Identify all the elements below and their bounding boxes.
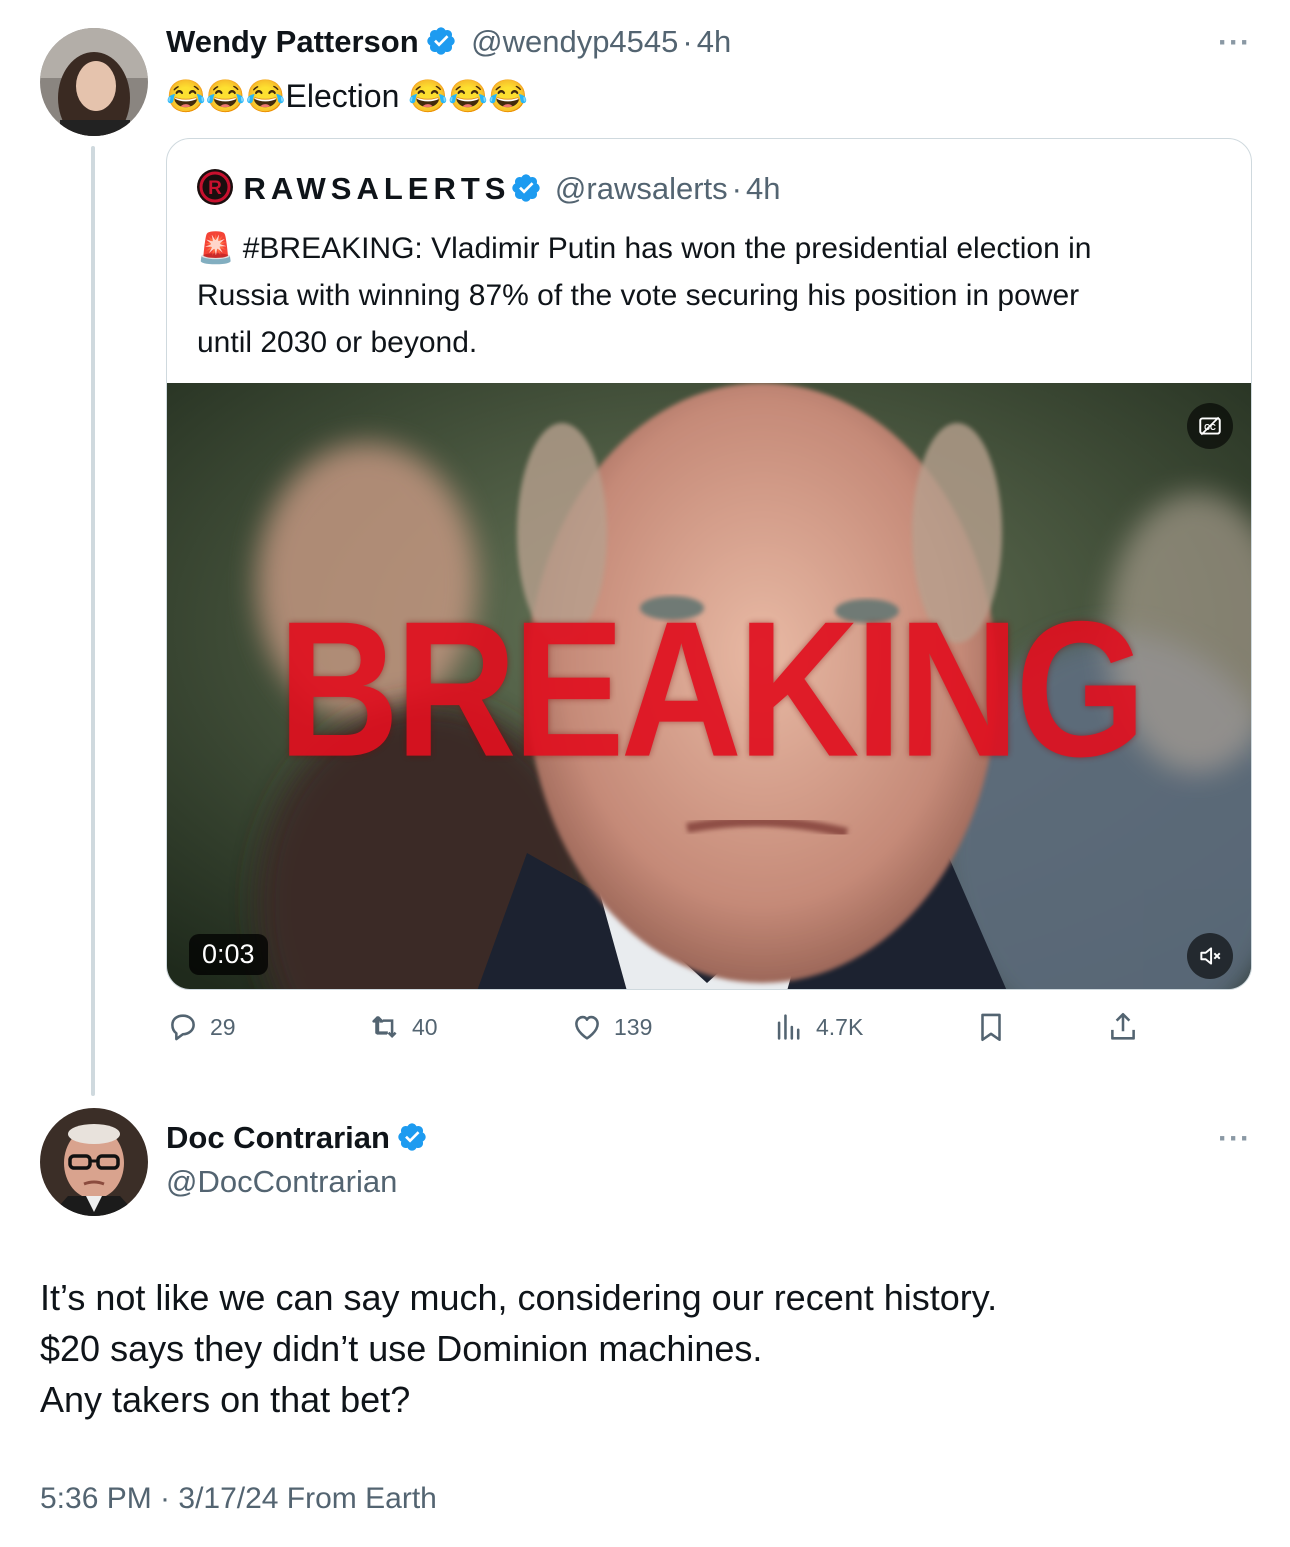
author-handle[interactable]: @DocContrarian bbox=[166, 1164, 397, 1200]
rawsalerts-avatar[interactable]: R bbox=[197, 169, 233, 205]
repost-icon bbox=[372, 1015, 397, 1039]
siren-emoji: 🚨 bbox=[197, 232, 235, 265]
quote-author-name[interactable]: RAWSALERTS bbox=[243, 171, 510, 206]
share-icon bbox=[1111, 1012, 1135, 1040]
quote-text-line: until 2030 or beyond. bbox=[197, 326, 478, 359]
post-time[interactable]: 4h bbox=[697, 24, 731, 59]
emoji-group: 😂😂😂 bbox=[166, 78, 286, 114]
reply-button[interactable]: 29 bbox=[166, 1010, 236, 1044]
post-text-line: $20 says they didn’t use Dominion machin… bbox=[40, 1328, 763, 1369]
post1-text: 😂😂😂Election 😂😂😂 bbox=[166, 72, 528, 120]
repost-button[interactable]: 40 bbox=[368, 1010, 438, 1044]
breaking-overlay-text: BREAKING bbox=[277, 580, 1146, 798]
captions-icon[interactable]: CC bbox=[1187, 403, 1233, 449]
post-word: Election bbox=[285, 78, 400, 114]
author-handle[interactable]: @wendyp4545 bbox=[471, 24, 678, 59]
quote-text: 🚨 #BREAKING: Vladimir Putin has won the … bbox=[197, 225, 1237, 366]
thread-line bbox=[91, 146, 95, 1096]
post-text-line: Any takers on that bet? bbox=[40, 1379, 411, 1420]
video-duration: 0:03 bbox=[189, 934, 268, 975]
post-timestamp[interactable]: 5:36 PM · 3/17/24 From Earth bbox=[40, 1482, 437, 1516]
quote-time[interactable]: 4h bbox=[746, 171, 780, 206]
author-name[interactable]: Doc Contrarian bbox=[166, 1120, 390, 1155]
svg-text:R: R bbox=[208, 178, 222, 199]
post-text-line: It’s not like we can say much, consideri… bbox=[40, 1277, 998, 1318]
more-icon[interactable]: ··· bbox=[1218, 1122, 1251, 1156]
like-icon bbox=[575, 1015, 599, 1040]
mute-icon[interactable] bbox=[1187, 933, 1233, 979]
bookmark-icon bbox=[981, 1013, 1001, 1042]
video-player[interactable]: BREAKING CC 0:03 bbox=[167, 383, 1251, 989]
verified-icon bbox=[396, 1121, 428, 1153]
reply-icon bbox=[171, 1014, 195, 1041]
quoted-post-card[interactable]: R RAWSALERTS @rawsalerts · 4h 🚨 #BREAKING:… bbox=[166, 138, 1252, 990]
post2-header-name: Doc Contrarian bbox=[166, 1120, 428, 1156]
separator-dot: · bbox=[682, 24, 693, 59]
author-name[interactable]: Wendy Patterson bbox=[166, 24, 419, 59]
more-icon[interactable]: ··· bbox=[1218, 26, 1251, 60]
separator-dot: · bbox=[731, 171, 742, 206]
bookmark-button[interactable] bbox=[974, 1010, 1008, 1044]
wendy-avatar[interactable] bbox=[40, 28, 148, 136]
share-button[interactable] bbox=[1106, 1010, 1140, 1044]
views-icon bbox=[777, 1014, 800, 1040]
emoji-group: 😂😂😂 bbox=[408, 78, 528, 114]
quote-text-line: #BREAKING: Vladimir Putin has won the pr… bbox=[242, 232, 1092, 265]
quote-author-handle[interactable]: @rawsalerts bbox=[555, 171, 728, 206]
repost-count: 40 bbox=[412, 1013, 438, 1040]
quote-header: R RAWSALERTS @rawsalerts · 4h bbox=[197, 169, 780, 207]
like-count: 139 bbox=[614, 1013, 653, 1040]
post2-body: It’s not like we can say much, consideri… bbox=[40, 1272, 997, 1425]
like-button[interactable]: 139 bbox=[570, 1010, 652, 1044]
doc-avatar[interactable] bbox=[40, 1108, 148, 1216]
post1-header: Wendy Patterson @wendyp4545 · 4h bbox=[166, 24, 731, 60]
reply-count: 29 bbox=[210, 1013, 236, 1040]
view-count: 4.7K bbox=[816, 1013, 864, 1040]
verified-icon bbox=[510, 172, 542, 204]
verified-icon bbox=[425, 25, 457, 57]
quote-text-line: Russia with winning 87% of the vote secu… bbox=[197, 279, 1080, 312]
views-button[interactable]: 4.7K bbox=[772, 1010, 863, 1044]
